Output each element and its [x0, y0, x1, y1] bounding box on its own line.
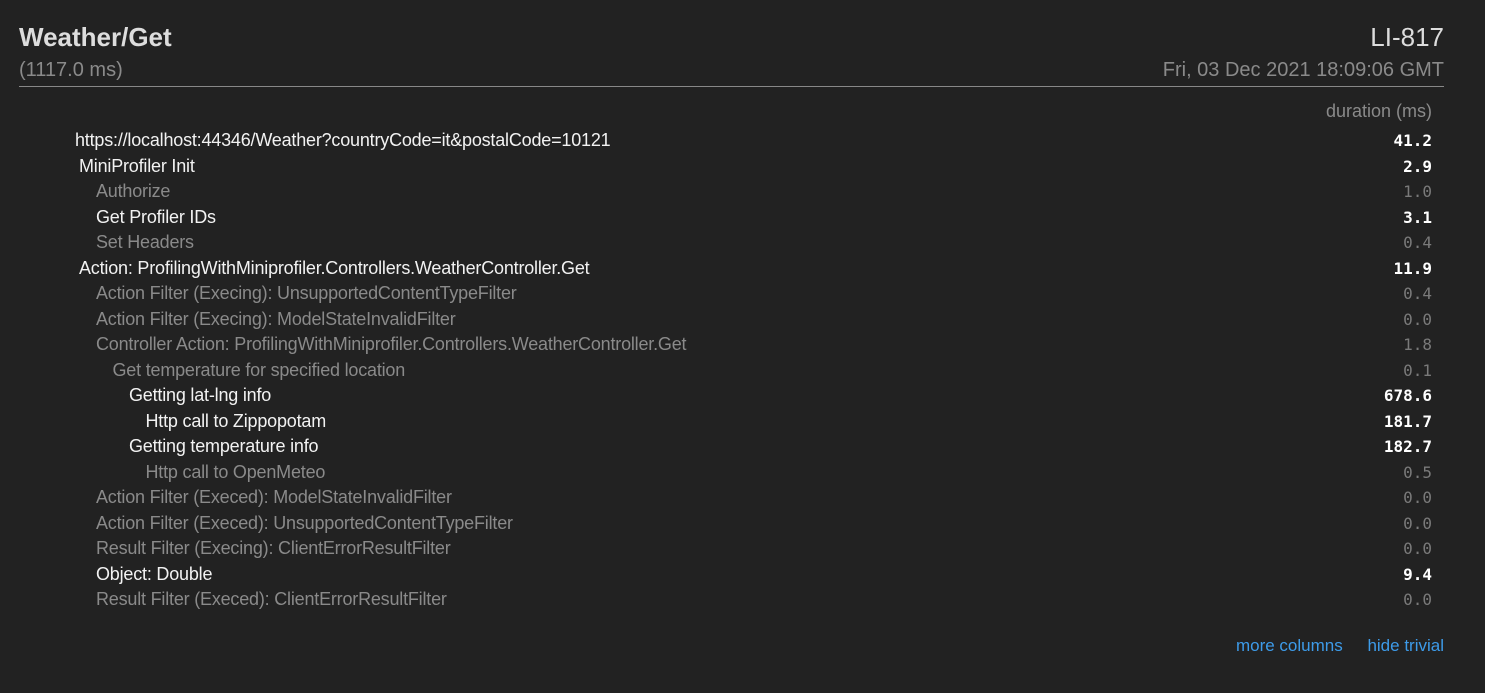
timing-row[interactable]: Http call to Zippopotam 181.7 [0, 409, 1485, 435]
timing-duration[interactable]: 11.9 [1393, 256, 1432, 282]
timing-row[interactable]: Action: ProfilingWithMiniprofiler.Contro… [0, 256, 1485, 282]
timing-row[interactable]: MiniProfiler Init 2.9 [0, 154, 1485, 180]
timing-name: Get temperature for specified location [112, 359, 406, 380]
timing-duration[interactable]: 181.7 [1384, 409, 1432, 435]
timing-row[interactable]: Getting lat-lng info 678.6 [0, 383, 1485, 409]
timing-row[interactable]: Action Filter (Execed): ModelStateInvali… [0, 485, 1485, 511]
timing-name: MiniProfiler Init [79, 155, 195, 176]
timing-name: Getting temperature info [129, 436, 319, 456]
timing-name: Action Filter (Execing): ModelStateInval… [96, 308, 456, 329]
timing-row[interactable]: Controller Action: ProfilingWithMiniprof… [0, 332, 1485, 358]
timing-duration[interactable]: 678.6 [1384, 383, 1432, 409]
timing-duration[interactable]: 1.8 [1403, 332, 1432, 358]
timing-row[interactable]: Result Filter (Execed): ClientErrorResul… [0, 587, 1485, 613]
timing-duration[interactable]: 0.4 [1403, 230, 1432, 256]
timing-name: Object: Double [96, 563, 213, 584]
timing-duration[interactable]: 0.4 [1403, 281, 1432, 307]
timing-row[interactable]: Get Profiler IDs 3.1 [0, 205, 1485, 231]
timing-name: Http call to OpenMeteo [145, 461, 326, 482]
timing-name: https://localhost:44346/Weather?countryC… [75, 130, 611, 150]
timing-name: Action Filter (Execed): ModelStateInvali… [96, 487, 452, 507]
timing-row[interactable]: Authorize 1.0 [0, 179, 1485, 205]
timing-duration[interactable]: 1.0 [1403, 179, 1432, 205]
timing-name: Controller Action: ProfilingWithMiniprof… [96, 334, 687, 354]
timing-duration[interactable]: 9.4 [1403, 562, 1432, 588]
footer-links: more columns hide trivial [1216, 636, 1444, 656]
timing-duration[interactable]: 0.5 [1403, 460, 1432, 486]
timing-name: Http call to Zippopotam [145, 410, 327, 431]
timing-duration[interactable]: 0.0 [1403, 511, 1432, 537]
timing-row[interactable]: Set Headers 0.4 [0, 230, 1485, 256]
started-timestamp: Fri, 03 Dec 2021 18:09:06 GMT [1162, 59, 1444, 81]
timing-row[interactable]: Action Filter (Execing): UnsupportedCont… [0, 281, 1485, 307]
timing-name: Result Filter (Execed): ClientErrorResul… [96, 589, 447, 609]
timing-duration[interactable]: 41.2 [1393, 128, 1432, 154]
timing-name: Get Profiler IDs [96, 206, 216, 227]
machine-name: LI-817 [1370, 22, 1444, 52]
timing-row[interactable]: https://localhost:44346/Weather?countryC… [0, 128, 1485, 154]
timing-row[interactable]: Object: Double 9.4 [0, 562, 1485, 588]
timing-duration[interactable]: 0.0 [1403, 587, 1432, 613]
duration-column-header: duration (ms) [1325, 101, 1432, 121]
timing-duration[interactable]: 0.0 [1403, 536, 1432, 562]
timing-name: Result Filter (Execing): ClientErrorResu… [96, 538, 451, 558]
timing-duration[interactable]: 2.9 [1403, 154, 1432, 180]
timing-row[interactable]: Result Filter (Execing): ClientErrorResu… [0, 536, 1485, 562]
timing-row[interactable]: Get temperature for specified location 0.… [0, 358, 1485, 384]
timing-name: Authorize [96, 181, 171, 201]
timing-duration[interactable]: 182.7 [1384, 434, 1432, 460]
timing-row[interactable]: Getting temperature info 182.7 [0, 434, 1485, 460]
timing-duration[interactable]: 0.0 [1403, 485, 1432, 511]
timing-row[interactable]: Action Filter (Execing): ModelStateInval… [0, 307, 1485, 333]
hide-trivial-link[interactable]: hide trivial [1367, 636, 1444, 655]
timing-name: Action: ProfilingWithMiniprofiler.Contro… [79, 257, 590, 278]
timing-row[interactable]: Http call to OpenMeteo 0.5 [0, 460, 1485, 486]
timing-duration[interactable]: 0.1 [1403, 358, 1432, 384]
total-duration: (1117.0 ms) [19, 59, 123, 81]
timings-table: https://localhost:44346/Weather?countryC… [0, 128, 1485, 613]
more-columns-link[interactable]: more columns [1236, 636, 1343, 655]
timing-name: Set Headers [96, 232, 194, 252]
timing-name: Action Filter (Execing): UnsupportedCont… [96, 283, 517, 303]
timing-name: Getting lat-lng info [129, 385, 272, 405]
timing-row[interactable]: Action Filter (Execed): UnsupportedConte… [0, 511, 1485, 537]
profiler-header: Weather/Get (1117.0 ms) LI-817 Fri, 03 D… [19, 20, 1444, 87]
page-title: Weather/Get [19, 22, 172, 52]
timing-duration[interactable]: 0.0 [1403, 307, 1432, 333]
timing-name: Action Filter (Execed): UnsupportedConte… [96, 512, 513, 533]
timing-duration[interactable]: 3.1 [1403, 205, 1432, 231]
